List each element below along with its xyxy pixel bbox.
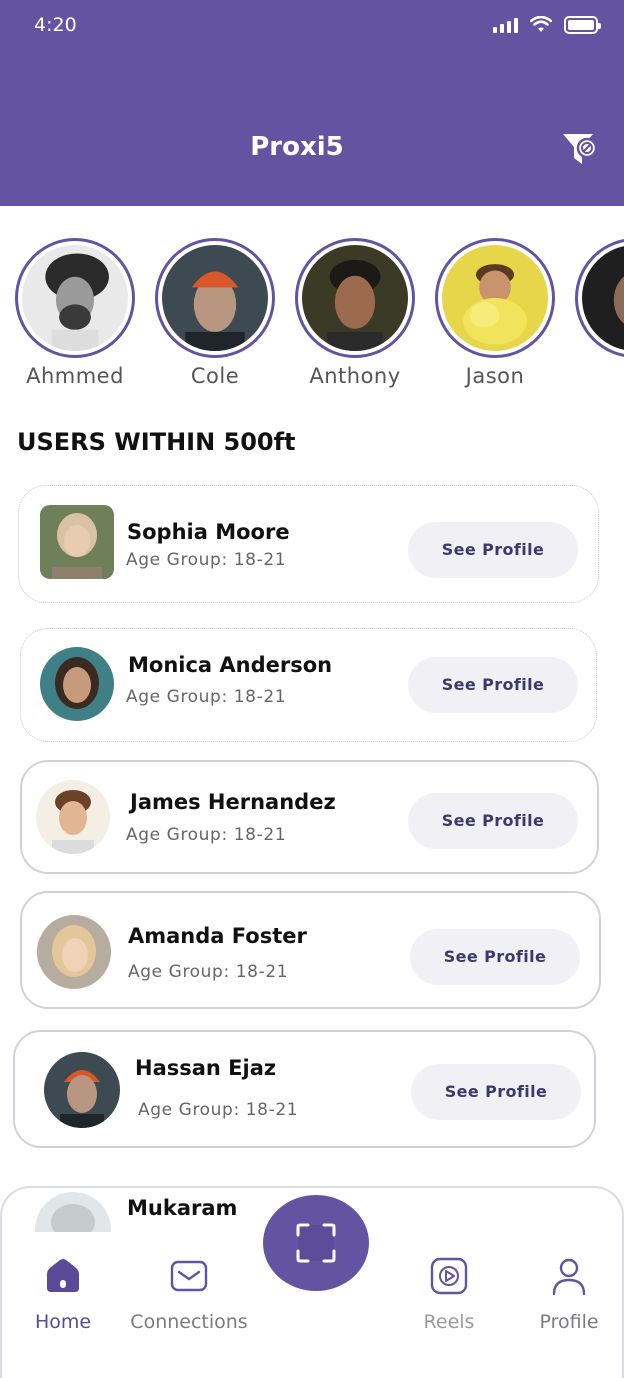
user-name: Sophia Moore	[127, 520, 290, 544]
story-name: Cole	[190, 364, 240, 388]
user-age-group: Age Group: 18-21	[138, 1100, 299, 1120]
story-jason[interactable]: Jason	[435, 238, 555, 388]
status-time: 4:20	[34, 14, 77, 36]
battery-icon	[564, 16, 601, 34]
user-name: Mukaram	[127, 1196, 238, 1220]
user-card: Sophia Moore Age Group: 18-21 See Profil…	[18, 485, 599, 603]
nav-home-label: Home	[34, 1311, 92, 1333]
user-card: Monica Anderson Age Group: 18-21 See Pro…	[20, 628, 597, 742]
user-name: Monica Anderson	[128, 653, 333, 677]
nav-profile[interactable]: Profile	[504, 1256, 624, 1333]
nav-reels-label: Reels	[423, 1311, 475, 1333]
nav-connections-label: Connections	[130, 1311, 248, 1333]
story-name: Anthony	[309, 364, 401, 388]
signal-icon	[493, 17, 518, 33]
story-name: Ahmmed	[26, 364, 124, 388]
user-age-group: Age Group: 18-21	[126, 687, 287, 707]
user-name: Hassan Ejaz	[135, 1056, 277, 1080]
user-age-group: Age Group: 18-21	[126, 825, 287, 845]
avatar	[582, 245, 624, 351]
app-header: 4:20 Proxi5	[0, 0, 624, 206]
stories-row: Ahmmed Cole Anthony Jason	[0, 238, 624, 398]
nav-reels[interactable]: Reels	[384, 1256, 514, 1333]
avatar	[44, 1052, 120, 1128]
avatar	[442, 245, 548, 351]
see-profile-button[interactable]: See Profile	[408, 657, 578, 713]
story-cole[interactable]: Cole	[155, 238, 275, 388]
wifi-icon	[530, 16, 552, 32]
user-name: James Hernandez	[130, 790, 336, 814]
avatar	[40, 505, 114, 579]
home-icon	[47, 1259, 79, 1292]
user-age-group: Age Group: 18-21	[128, 962, 289, 982]
avatar	[36, 780, 110, 854]
see-profile-button[interactable]: See Profile	[408, 793, 578, 849]
avatar	[22, 245, 128, 351]
see-profile-button[interactable]: See Profile	[410, 929, 580, 985]
nav-connections[interactable]: Connections	[124, 1256, 254, 1333]
user-age-group: Age Group: 18-21	[126, 550, 287, 570]
mail-icon	[170, 1260, 208, 1292]
story-ahmmed[interactable]: Ahmmed	[15, 238, 135, 388]
story-name: A	[575, 364, 624, 388]
story-partial[interactable]: A	[575, 238, 624, 388]
app-title: Proxi5	[250, 132, 344, 162]
story-anthony[interactable]: Anthony	[295, 238, 415, 388]
user-card: Amanda Foster Age Group: 18-21 See Profi…	[20, 891, 601, 1009]
nav-profile-label: Profile	[539, 1311, 599, 1333]
scan-icon	[296, 1223, 336, 1263]
avatar	[40, 647, 114, 721]
status-icons	[493, 16, 601, 34]
avatar	[302, 245, 408, 351]
story-name: Jason	[465, 364, 525, 388]
nav-home[interactable]: Home	[0, 1256, 128, 1333]
play-icon	[430, 1257, 468, 1295]
avatar	[162, 245, 268, 351]
see-profile-button[interactable]: See Profile	[411, 1064, 581, 1120]
filter-icon[interactable]	[561, 130, 599, 168]
user-card: Hassan Ejaz Age Group: 18-21 See Profile	[13, 1030, 596, 1148]
see-profile-button[interactable]: See Profile	[408, 522, 578, 578]
user-name: Amanda Foster	[128, 924, 307, 948]
user-icon	[552, 1258, 586, 1296]
avatar	[35, 1192, 111, 1232]
avatar	[37, 915, 111, 989]
scan-button[interactable]	[263, 1195, 369, 1291]
user-card: James Hernandez Age Group: 18-21 See Pro…	[20, 760, 599, 874]
section-title: USERS WITHIN 500ft	[17, 428, 296, 456]
